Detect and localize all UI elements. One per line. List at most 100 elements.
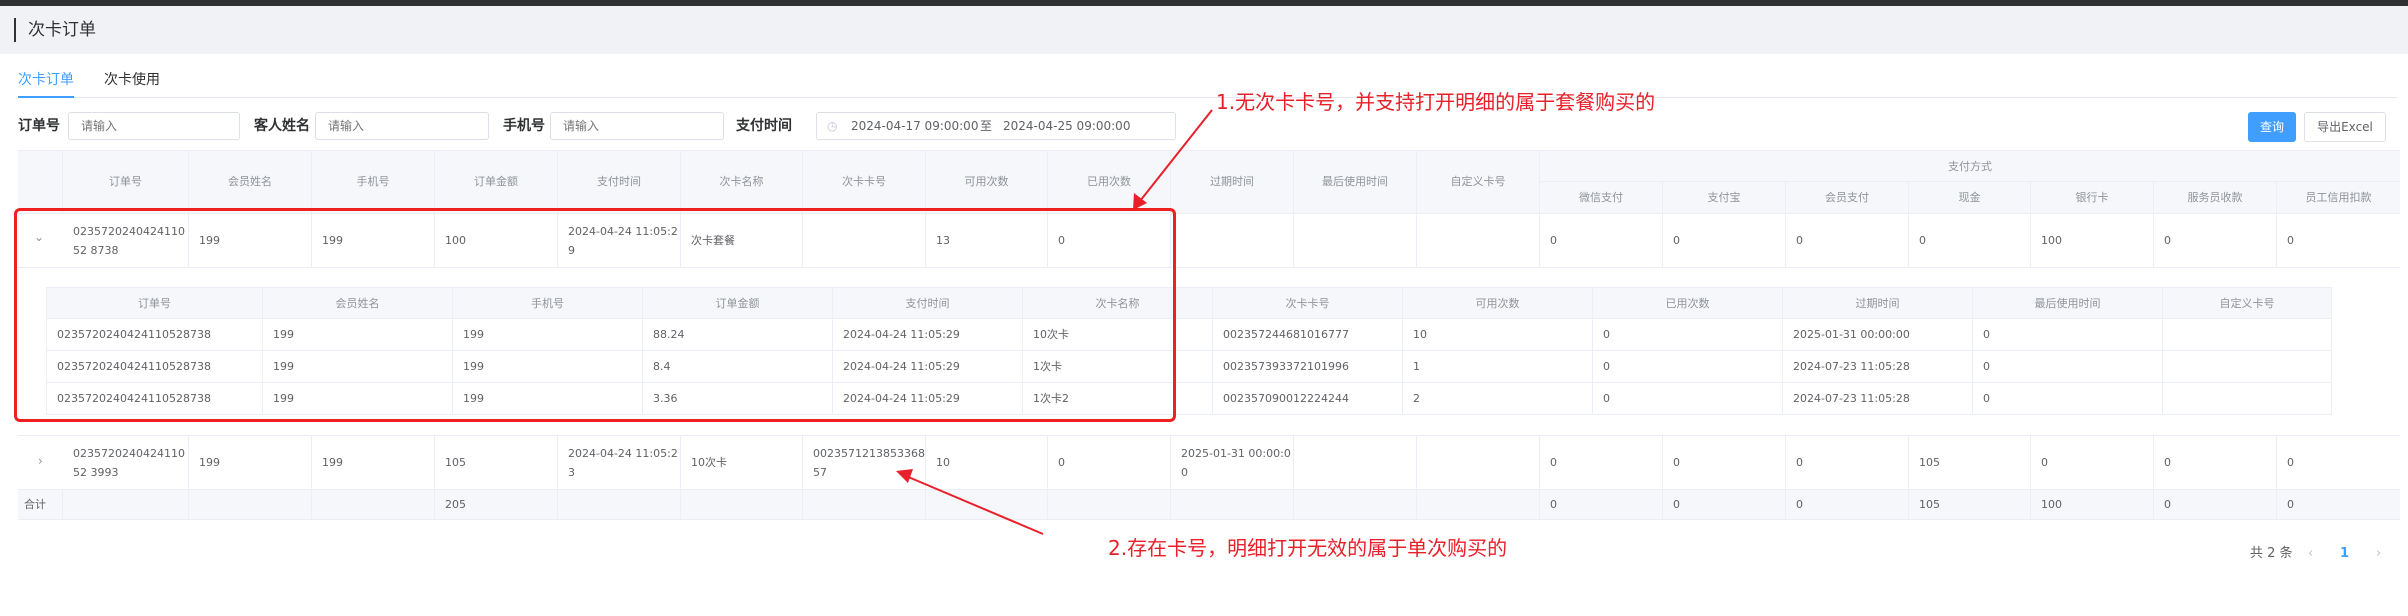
col-wechat: 微信支付 (1540, 182, 1663, 213)
detail-member-name: 199 (263, 351, 453, 382)
total-order-no (63, 490, 189, 519)
total-used (1048, 490, 1171, 519)
detail-custom-card (2163, 319, 2331, 350)
detail-amount: 3.36 (643, 383, 833, 414)
col-card-name: 次卡名称 (681, 151, 803, 213)
detail-amount: 8.4 (643, 351, 833, 382)
pager-page-1[interactable]: 1 (2340, 544, 2349, 564)
detail-custom-card (2163, 351, 2331, 382)
detail-col-amount: 订单金额 (643, 288, 833, 319)
table-header: 订单号 会员姓名 手机号 订单金额 支付时间 次卡名称 次卡卡号 可用次数 已用… (18, 150, 2400, 214)
phone-input[interactable] (550, 112, 724, 140)
col-member-name: 会员姓名 (189, 151, 312, 213)
col-staff-credit: 员工信用扣款 (2305, 191, 2372, 204)
cell-alipay: 0 (1663, 436, 1786, 489)
expand-column-header (18, 151, 63, 213)
cell-wechat: 0 (1540, 214, 1663, 267)
pay-time-label: 支付时间 (736, 118, 792, 134)
detail-col-expire: 过期时间 (1783, 288, 1973, 319)
col-waiter: 服务员收款 (2154, 182, 2277, 213)
total-card-name (681, 490, 803, 519)
col-group-payment: 支付方式 (1540, 151, 2400, 182)
detail-amount: 88.24 (643, 319, 833, 350)
cell-available: 13 (926, 214, 1048, 267)
detail-col-last-used: 最后使用时间 (1973, 288, 2163, 319)
cell-cash: 0 (1909, 214, 2031, 267)
date-start: 2024-04-17 09:00:00 (851, 119, 979, 133)
detail-card-no: 002357393372101996 (1213, 351, 1403, 382)
detail-used: 0 (1593, 319, 1783, 350)
cell-card-no (803, 214, 926, 267)
annotation-note-2: 2.存在卡号，明细打开无效的属于单次购买的 (1108, 536, 1508, 560)
detail-card-no: 002357090012224244 (1213, 383, 1403, 414)
total-card-no (803, 490, 926, 519)
col-order-no: 订单号 (63, 151, 189, 213)
cell-member-name: 199 (189, 436, 312, 489)
date-range-picker[interactable]: ◷ 2024-04-17 09:00:00 至 2024-04-25 09:00… (816, 112, 1176, 140)
detail-col-custom-card: 自定义卡号 (2219, 297, 2275, 310)
guest-name-input[interactable] (315, 112, 489, 140)
detail-order-no: 0235720240424110528738 (47, 319, 263, 350)
detail-pay-time: 2024-04-24 11:05:29 (833, 351, 1023, 382)
cell-member-pay: 0 (1786, 436, 1909, 489)
order-no-label: 订单号 (18, 118, 60, 134)
pager-prev-icon[interactable]: ‹ (2308, 544, 2313, 564)
col-alipay: 支付宝 (1663, 182, 1786, 213)
detail-col-order-no: 订单号 (47, 288, 263, 319)
cell-card-no: 002357121385336857 (803, 436, 926, 489)
cell-alipay: 0 (1663, 214, 1786, 267)
detail-custom-card (2163, 383, 2331, 414)
total-member-pay: 0 (1786, 490, 1909, 519)
cell-staff-credit: 0 (2287, 234, 2294, 247)
export-excel-button[interactable]: 导出Excel (2304, 112, 2386, 142)
filter-bar: 订单号 客人姓名 手机号 支付时间 ◷ 2024-04-17 09:00:00 … (18, 110, 2218, 142)
total-alipay: 0 (1663, 490, 1786, 519)
total-pay-time (558, 490, 681, 519)
cell-waiter: 0 (2154, 214, 2277, 267)
detail-col-card-name: 次卡名称 (1023, 288, 1213, 319)
total-cash: 105 (1909, 490, 2031, 519)
cell-custom-card (1417, 214, 1540, 267)
detail-phone: 199 (453, 319, 643, 350)
guest-name-label: 客人姓名 (254, 118, 310, 134)
cell-card-name: 10次卡 (681, 436, 803, 489)
chevron-right-icon[interactable]: › (38, 454, 43, 468)
detail-card-no: 002357244681016777 (1213, 319, 1403, 350)
total-member-name (189, 490, 312, 519)
tab-card-orders[interactable]: 次卡订单 (18, 62, 74, 98)
detail-col-available: 可用次数 (1403, 288, 1593, 319)
detail-card-name: 1次卡 (1023, 351, 1213, 382)
cell-last-used (1294, 214, 1417, 267)
detail-order-no: 0235720240424110528738 (47, 383, 263, 414)
col-custom-card: 自定义卡号 (1417, 151, 1540, 213)
cell-amount: 105 (435, 436, 558, 489)
col-cash: 现金 (1909, 182, 2031, 213)
table-row[interactable]: ⌄ 023572024042411052 8738 199 199 100 20… (18, 214, 2400, 268)
col-used: 已用次数 (1048, 151, 1171, 213)
cell-used: 0 (1048, 214, 1171, 267)
cell-member-pay: 0 (1786, 214, 1909, 267)
order-no-input[interactable] (68, 112, 240, 140)
cell-phone: 199 (312, 214, 435, 267)
total-expire (1171, 490, 1294, 519)
col-card-no: 次卡卡号 (803, 151, 926, 213)
total-last-used (1294, 490, 1417, 519)
detail-order-no: 0235720240424110528738 (47, 351, 263, 382)
cell-custom-card (1417, 436, 1540, 489)
table-row[interactable]: › 023572024042411052 3993 199 199 105 20… (18, 436, 2400, 490)
detail-last-used: 0 (1973, 351, 2163, 382)
annotation-note-1: 1.无次卡卡号，并支持打开明细的属于套餐购买的 (1216, 90, 1656, 114)
chevron-down-icon[interactable]: ⌄ (34, 230, 44, 244)
detail-card-name: 1次卡2 (1023, 383, 1213, 414)
page-header: 次卡订单 (0, 6, 2408, 54)
detail-member-name: 199 (263, 383, 453, 414)
detail-available: 1 (1403, 351, 1593, 382)
search-button[interactable]: 查询 (2248, 112, 2296, 142)
cell-waiter: 0 (2154, 436, 2277, 489)
col-available: 可用次数 (926, 151, 1048, 213)
col-amount: 订单金额 (435, 151, 558, 213)
cell-expire: 2025-01-31 00:00:00 (1171, 436, 1294, 489)
tab-card-usage[interactable]: 次卡使用 (104, 62, 160, 98)
total-amount: 205 (435, 490, 558, 519)
pager-next-icon[interactable]: › (2376, 544, 2381, 564)
